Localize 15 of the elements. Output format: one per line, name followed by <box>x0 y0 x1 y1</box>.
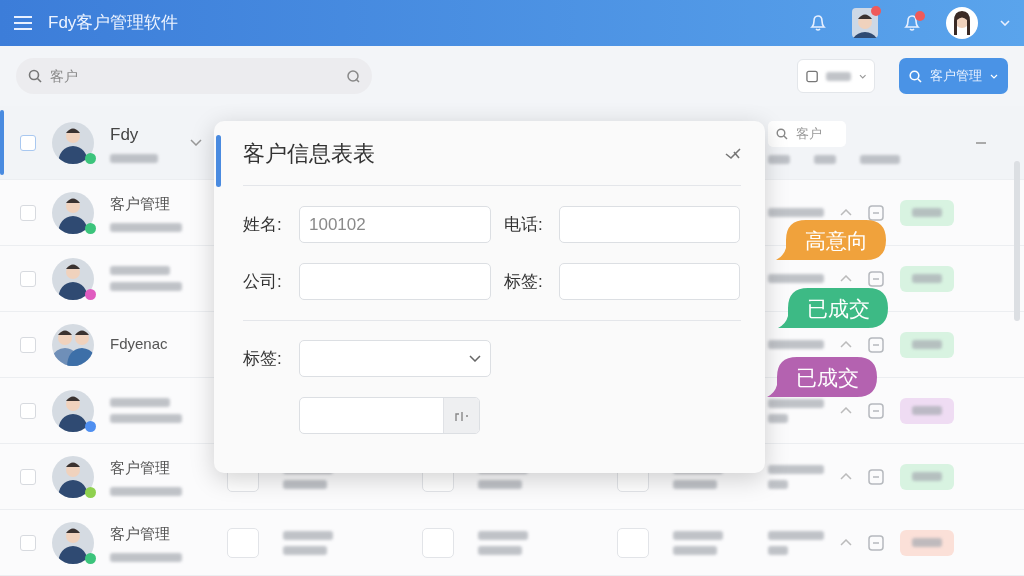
field-label: 标签: <box>504 270 544 293</box>
field-label: 姓名: <box>243 213 283 236</box>
status-tooltip: 已成交 <box>767 357 877 397</box>
customer-name: 客户管理 <box>110 458 171 479</box>
status-tooltip: 高意向 <box>776 220 886 260</box>
modal-title: 客户信息表表 <box>243 139 375 168</box>
app-title: Fdy客户管理软件 <box>48 12 179 35</box>
customer-name: 客户管理 <box>110 194 171 215</box>
customer-name: Fdyenac <box>110 334 169 355</box>
field-label: 标签: <box>243 347 283 370</box>
status-tooltip: 已成交 <box>778 288 888 328</box>
field-label: 公司: <box>243 270 283 293</box>
field-label: 电话: <box>504 213 544 236</box>
customer-name: 客户管理 <box>110 524 171 545</box>
customer-name: Fdy <box>110 123 140 146</box>
